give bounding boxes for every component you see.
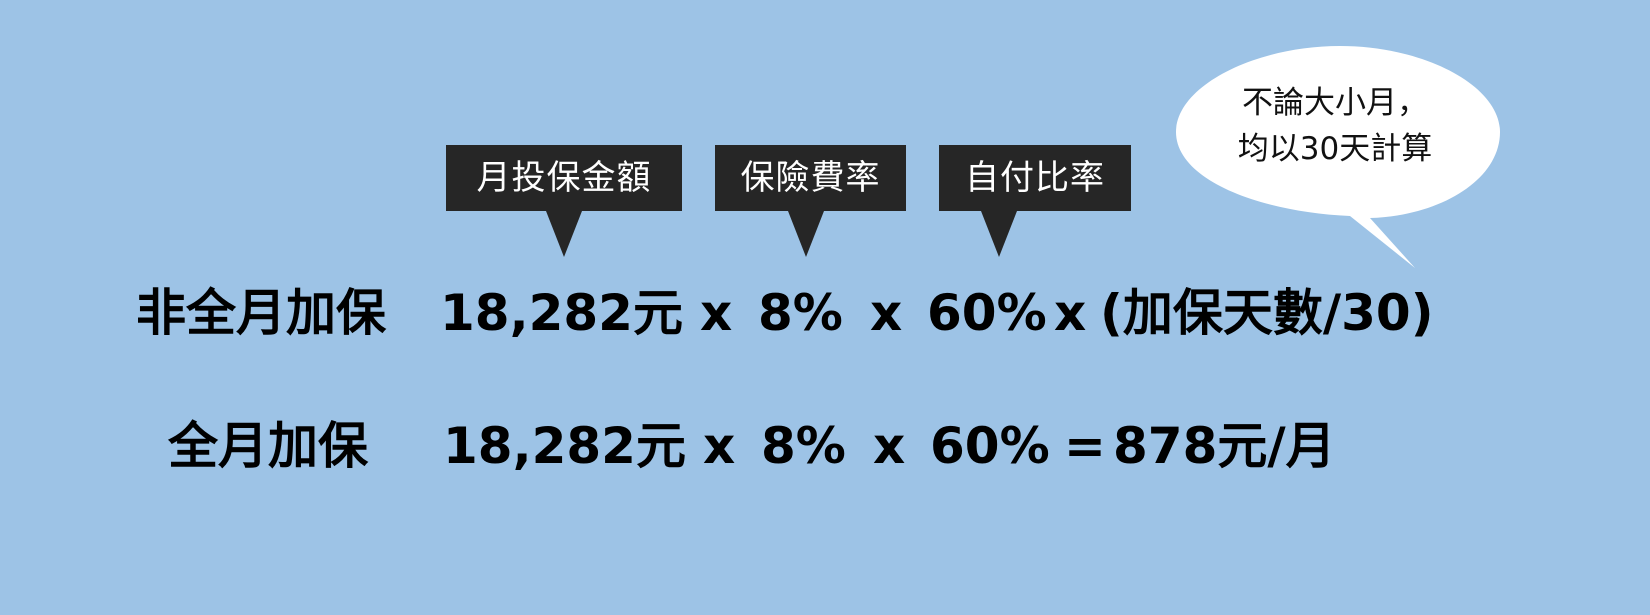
operator-multiply: x [700,284,733,342]
full-month-ratio: 60% [930,417,1050,475]
formula-illustration: 月投保金額 保險費率 自付比率 不論大小月， 均以30天計算 非全月加保 18,… [0,0,1650,615]
bubble-line-2: 均以30天計算 [1237,131,1433,167]
full-month-rate: 8% [761,417,846,475]
partial-month-rate: 8% [758,284,843,342]
operator-multiply: x [870,284,903,342]
operator-multiply: x [703,417,736,475]
partial-month-label: 非全月加保 [136,284,386,342]
partial-month-formula: 非全月加保 18,282元 x 8% x 60% x (加保天數/30) [0,283,1650,343]
operator-equals: = [1064,417,1106,475]
speech-bubble-text: 不論大小月， 均以30天計算 [1180,80,1490,172]
label-self-pay-ratio: 自付比率 [939,145,1131,257]
full-month-label: 全月加保 [168,417,368,475]
full-month-formula: 全月加保 18,282元 x 8% x 60% = 878元/月 [0,416,1650,476]
full-month-result: 878元/月 [1113,417,1336,475]
partial-month-amount: 18,282元 [440,284,683,342]
operator-multiply: x [1054,284,1087,342]
operator-multiply: x [873,417,906,475]
partial-month-days-factor: (加保天數/30) [1100,284,1434,342]
label-insurance-rate: 保險費率 [715,145,906,257]
full-month-amount: 18,282元 [443,417,686,475]
partial-month-ratio: 60% [927,284,1047,342]
bubble-line-1: 不論大小月， [1242,85,1428,121]
label-monthly-insured-amount: 月投保金額 [446,145,682,257]
